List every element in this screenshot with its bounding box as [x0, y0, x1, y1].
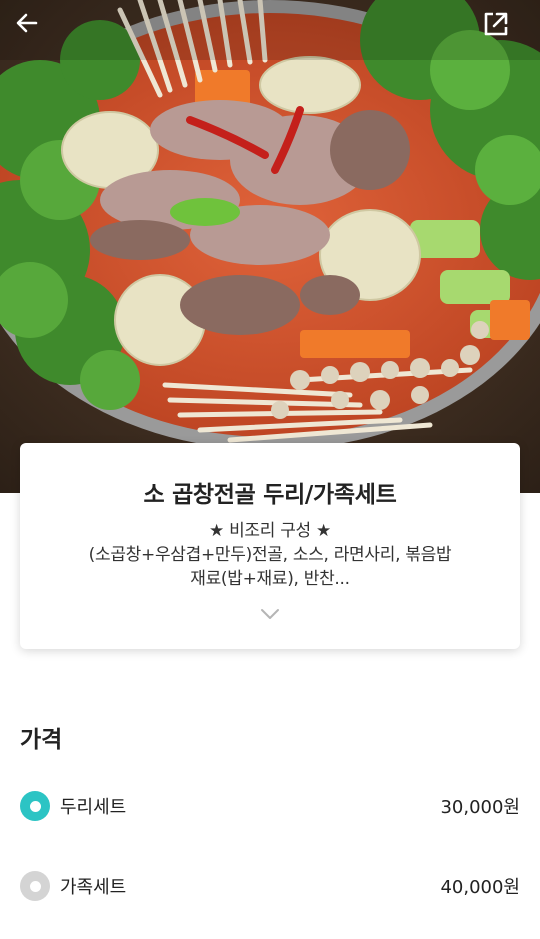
radio-selected[interactable]	[20, 791, 50, 821]
back-button[interactable]	[14, 10, 58, 46]
description-line: 재료(밥+재료), 반찬...	[190, 569, 350, 589]
hotpot-photo	[0, 0, 540, 493]
radio-unselected[interactable]	[20, 871, 50, 901]
product-title: 소 곱창전골 두리/가족세트	[143, 482, 397, 508]
expand-description-button[interactable]	[256, 603, 284, 625]
chevron-down-icon	[261, 609, 279, 619]
option-price: 40,000원	[440, 877, 520, 898]
share-button[interactable]	[482, 10, 526, 46]
price-option-family[interactable]: 가족세트 40,000원	[20, 866, 520, 906]
option-label: 가족세트	[60, 877, 127, 898]
option-price: 30,000원	[440, 797, 520, 818]
arrow-left-icon	[16, 13, 38, 33]
description-line: ★ 비조리 구성 ★	[209, 521, 331, 541]
share-external-icon	[484, 12, 508, 36]
price-section-heading: 가격	[20, 727, 63, 753]
description-line: (소곱창+우삼겹+만두)전골, 소스, 라면사리, 볶음밥	[88, 545, 452, 565]
option-label: 두리세트	[60, 797, 127, 818]
product-info-card: 소 곱창전골 두리/가족세트 ★ 비조리 구성 ★ (소곱창+우삼겹+만두)전골…	[20, 443, 520, 649]
product-hero-image	[0, 0, 540, 493]
product-description: ★ 비조리 구성 ★ (소곱창+우삼겹+만두)전골, 소스, 라면사리, 볶음밥…	[50, 519, 490, 591]
price-option-duri[interactable]: 두리세트 30,000원	[20, 786, 520, 826]
